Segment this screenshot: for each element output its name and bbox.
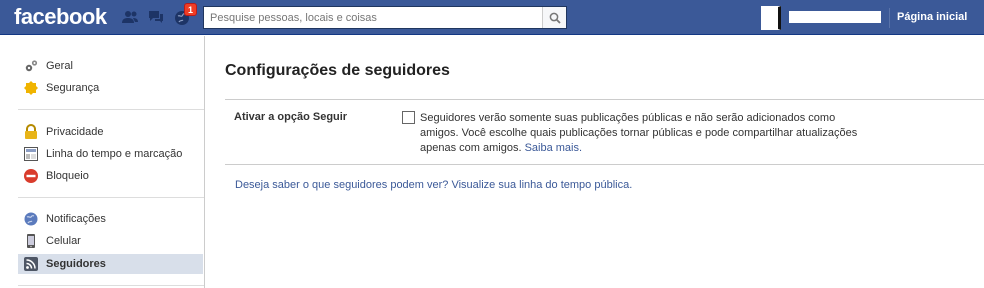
sidebar-item-timeline-tagging[interactable]: Linha do tempo e marcação [18, 144, 203, 164]
gears-icon [23, 58, 39, 74]
sidebar-item-label: Linha do tempo e marcação [46, 148, 183, 160]
search-button[interactable] [542, 7, 566, 28]
search-icon [549, 12, 561, 24]
block-icon [23, 168, 39, 184]
sidebar-divider [18, 197, 204, 198]
lock-icon [23, 124, 39, 140]
follow-setting-label: Ativar a opção Seguir [234, 111, 348, 123]
header-divider [889, 8, 890, 28]
learn-more-link[interactable]: Saiba mais. [525, 142, 582, 154]
sidebar-item-blocking[interactable]: Bloqueio [18, 166, 203, 186]
section-divider [225, 164, 984, 165]
main-content: Configurações de seguidores Ativar a opç… [205, 36, 984, 288]
username-redacted[interactable] [789, 11, 881, 23]
search-box [203, 6, 567, 29]
view-public-timeline-link[interactable]: Deseja saber o que seguidores podem ver?… [235, 179, 632, 191]
rss-icon [23, 256, 39, 272]
sidebar-item-label: Seguidores [46, 258, 106, 270]
sidebar-item-mobile[interactable]: Celular [18, 231, 203, 251]
facebook-logo[interactable]: facebook [14, 4, 107, 30]
page-title: Configurações de seguidores [225, 62, 450, 79]
timeline-icon [23, 146, 39, 162]
notification-badge: 1 [184, 3, 197, 16]
sidebar-item-security[interactable]: Segurança [18, 78, 203, 98]
search-input[interactable] [204, 7, 540, 28]
sidebar-item-label: Bloqueio [46, 170, 89, 182]
badge-icon [23, 80, 39, 96]
sidebar-item-general[interactable]: Geral [18, 56, 203, 76]
title-divider [225, 99, 984, 100]
sidebar-item-privacy[interactable]: Privacidade [18, 122, 203, 142]
home-link[interactable]: Página inicial [897, 11, 967, 23]
messages-icon[interactable] [147, 8, 165, 26]
avatar[interactable] [761, 6, 781, 30]
sidebar-item-label: Celular [46, 235, 81, 247]
phone-icon [23, 233, 39, 249]
sidebar-item-label: Geral [46, 60, 73, 72]
sidebar-item-label: Notificações [46, 213, 106, 225]
globe-icon [23, 211, 39, 227]
top-bar: facebook 1 Página inicial [0, 0, 984, 35]
sidebar-item-followers[interactable]: Seguidores [18, 254, 203, 274]
sidebar-divider [18, 285, 204, 286]
sidebar-item-notifications[interactable]: Notificações [18, 209, 203, 229]
follow-setting-description: Seguidores verão somente suas publicaçõe… [420, 111, 860, 156]
sidebar-item-label: Privacidade [46, 126, 104, 138]
enable-follow-checkbox[interactable] [402, 111, 415, 124]
sidebar-item-label: Segurança [46, 82, 100, 94]
friend-requests-icon[interactable] [121, 8, 139, 26]
settings-sidebar: Geral Segurança Privacidade Linha do tem… [0, 36, 205, 288]
description-text: Seguidores verão somente suas publicaçõe… [420, 112, 858, 154]
sidebar-divider [18, 109, 204, 110]
